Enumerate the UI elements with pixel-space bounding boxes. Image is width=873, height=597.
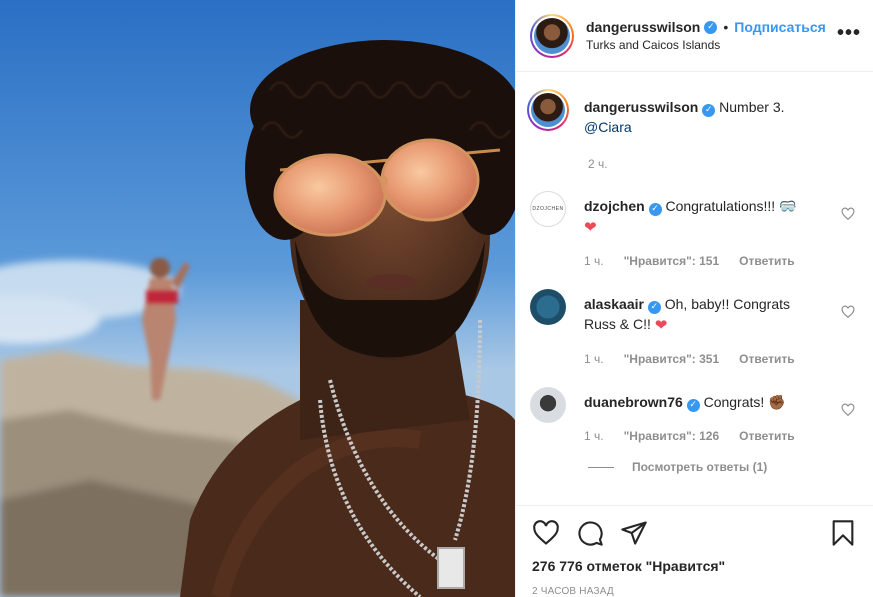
post-actions: 276 776 отметок "Нравится" 2 ЧАСОВ НАЗАД [516, 505, 873, 597]
comment-item: alaskaair ✓ Oh, baby!! Congrats Russ & C… [530, 289, 857, 369]
photo-illustration [0, 0, 515, 597]
more-options-icon[interactable]: ••• [837, 22, 861, 45]
caption: dangerusswilson ✓ Number 3. @Ciara [527, 89, 857, 137]
post-panel: dangerusswilson ✓ • Подписаться Turks an… [515, 0, 873, 597]
like-comment-icon[interactable] [841, 305, 855, 319]
share-icon[interactable] [620, 519, 648, 547]
post-timestamp[interactable]: 2 ЧАСОВ НАЗАД [532, 586, 857, 597]
comment-username[interactable]: duanebrown76 [584, 394, 683, 410]
verified-badge-icon: ✓ [648, 203, 662, 216]
follow-button[interactable]: Подписаться [734, 19, 826, 35]
avatar-logo-text: DZOJCHEN [532, 206, 564, 212]
comment-item: DZOJCHEN dzojchen ✓ Congratulations!!! 🥽… [530, 191, 857, 271]
comment-text: Congrats! ✊🏾 [703, 394, 786, 410]
verified-badge-icon: ✓ [702, 104, 716, 117]
reply-button[interactable]: Ответить [739, 426, 794, 446]
verified-badge-icon: ✓ [686, 399, 700, 412]
caption-text: Number 3. [719, 99, 785, 115]
reply-button[interactable]: Ответить [739, 349, 794, 369]
view-replies-label: Посмотреть ответы (1) [632, 460, 768, 474]
heart-icon[interactable] [532, 519, 560, 547]
comments-list: dangerusswilson ✓ Number 3. @Ciara 2 ч. … [516, 72, 873, 505]
comment-avatar[interactable]: DZOJCHEN [530, 191, 566, 227]
comment-likes[interactable]: "Нравится": 351 [624, 349, 720, 369]
comment-likes[interactable]: "Нравится": 126 [624, 426, 720, 446]
comment-likes[interactable]: "Нравится": 151 [624, 251, 720, 271]
bookmark-icon[interactable] [829, 519, 857, 547]
likes-count[interactable]: 276 776 отметок "Нравится" [532, 558, 857, 574]
comment-time[interactable]: 1 ч. [584, 251, 604, 271]
heart-emoji: ❤ [654, 316, 668, 334]
instagram-post: dangerusswilson ✓ • Подписаться Turks an… [0, 0, 873, 597]
replies-divider [588, 466, 614, 468]
comment-username[interactable]: dzojchen [584, 198, 645, 214]
comment-avatar[interactable] [530, 387, 566, 423]
like-comment-icon[interactable] [841, 403, 855, 417]
comment-text: Congratulations!!! 🥽 [665, 198, 797, 214]
separator: • [723, 19, 729, 35]
heart-emoji: ❤ [584, 218, 597, 236]
post-header: dangerusswilson ✓ • Подписаться Turks an… [516, 0, 873, 72]
author-avatar[interactable] [530, 13, 574, 58]
caption-avatar[interactable] [527, 89, 569, 131]
comment-item: duanebrown76 ✓ Congrats! ✊🏾 1 ч. "Нравит… [530, 387, 857, 446]
comment-icon[interactable] [576, 519, 604, 547]
view-replies-button[interactable]: Посмотреть ответы (1) [588, 460, 857, 474]
author-username[interactable]: dangerusswilson [586, 19, 700, 35]
location-link[interactable]: Turks and Caicos Islands [586, 38, 826, 52]
header-text: dangerusswilson ✓ • Подписаться Turks an… [586, 19, 826, 52]
comment-username[interactable]: alaskaair [584, 296, 644, 312]
comment-avatar[interactable] [530, 289, 566, 325]
comment-time[interactable]: 1 ч. [584, 349, 604, 369]
mention-link[interactable]: @Ciara [584, 119, 632, 135]
verified-badge-icon: ✓ [647, 301, 661, 314]
post-photo[interactable] [0, 0, 515, 597]
like-comment-icon[interactable] [841, 207, 855, 221]
reply-button[interactable]: Ответить [739, 251, 794, 271]
comment-time[interactable]: 1 ч. [584, 426, 604, 446]
verified-badge-icon: ✓ [704, 20, 718, 34]
caption-time: 2 ч. [588, 157, 608, 171]
caption-username[interactable]: dangerusswilson [584, 99, 698, 115]
